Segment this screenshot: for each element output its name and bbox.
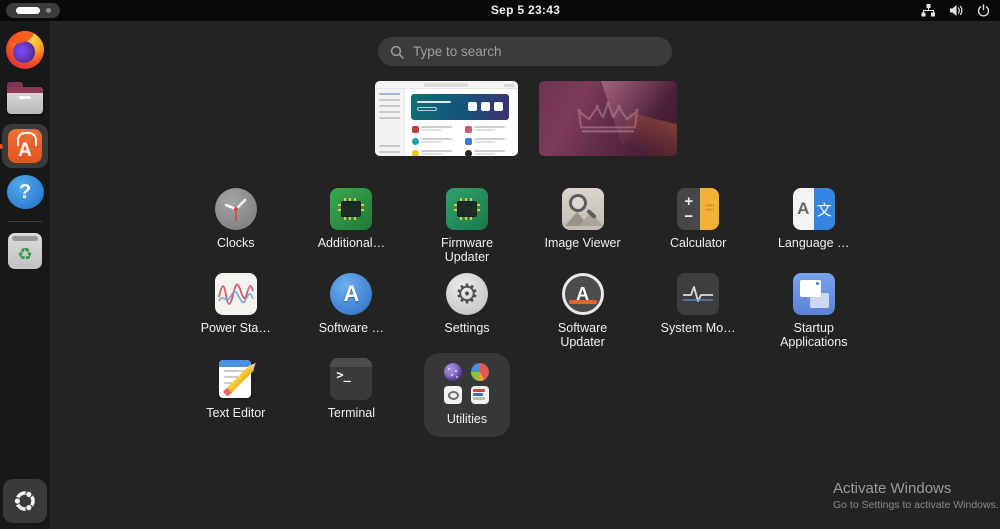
text-editor-icon	[215, 358, 257, 400]
app-label: System Mo…	[660, 321, 736, 335]
dock-item-trash[interactable]: ♻	[2, 229, 48, 273]
clock[interactable]: Sep 5 23:43	[51, 0, 1000, 21]
workspace-thumb-1[interactable]	[374, 81, 518, 156]
calculator-icon: + − =	[677, 188, 720, 230]
trash-icon: ♻	[8, 233, 42, 269]
app-language-support[interactable]: A 文 Language …	[756, 183, 872, 268]
workspace-thumbnails	[51, 81, 1000, 156]
app-image-viewer[interactable]: Image Viewer	[525, 183, 641, 268]
app-software-properties[interactable]: A Software …	[294, 268, 410, 353]
app-label: Software …	[318, 321, 385, 335]
network-icon	[921, 4, 935, 17]
app-startup-applications[interactable]: Startup Applications	[756, 268, 872, 353]
app-additional-drivers[interactable]: Additional…	[294, 183, 410, 268]
terminal-icon: >_	[330, 358, 373, 400]
show-apps-button[interactable]	[3, 479, 47, 523]
dock-separator	[8, 221, 42, 222]
app-label: Power Sta…	[200, 321, 271, 335]
app-grid: Clocks Additional… Firmware Updater Imag…	[178, 183, 872, 438]
app-clocks[interactable]: Clocks	[178, 183, 294, 268]
app-label: Additional…	[317, 236, 386, 250]
disk-usage-pie-icon	[471, 363, 490, 381]
utility-sphere-icon	[444, 363, 463, 381]
app-center-window-thumbnail	[374, 81, 518, 156]
system-monitor-icon	[677, 273, 720, 315]
power-statistics-icon	[214, 273, 257, 315]
app-label: Text Editor	[206, 406, 266, 420]
disks-icon	[444, 386, 463, 404]
dock-item-firefox[interactable]	[2, 28, 48, 72]
app-power-statistics[interactable]: Power Sta…	[178, 268, 294, 353]
app-label: Terminal	[327, 406, 376, 420]
dock-item-files[interactable]	[2, 73, 48, 121]
help-icon: ?	[6, 175, 44, 209]
app-label: Clocks	[217, 236, 255, 250]
settings-icon: ⚙	[445, 273, 488, 315]
top-bar: Sep 5 23:43	[0, 0, 1000, 21]
app-text-editor[interactable]: Text Editor	[178, 353, 294, 438]
watermark-title: Activate Windows	[833, 480, 952, 497]
gnome-activities-overview: Sep 5 23:43 A ? ♻ Type to search Clocks …	[0, 0, 1000, 529]
files-icon	[7, 81, 43, 114]
activate-windows-watermark: Activate Windows Go to Settings to activ…	[833, 480, 999, 511]
ubuntu-logo-icon	[12, 489, 35, 513]
app-grid-cell: Utilities	[409, 353, 525, 438]
image-viewer-icon	[561, 188, 604, 230]
wallpaper-crown-watermark	[576, 101, 639, 133]
app-label: Software Updater	[557, 321, 608, 349]
inactive-workspace-dot	[45, 8, 51, 13]
language-support-icon: A 文	[792, 188, 835, 230]
software-properties-icon: A	[330, 273, 373, 315]
dash-dock: A ? ♻	[0, 21, 51, 529]
startup-applications-icon	[792, 273, 835, 315]
firmware-updater-icon	[445, 188, 488, 230]
app-label: Image Viewer	[544, 236, 621, 250]
app-label: Calculator	[670, 236, 727, 250]
workspace-thumb-2[interactable]	[538, 81, 677, 156]
app-terminal[interactable]: >_ Terminal	[294, 353, 410, 438]
power-icon	[977, 4, 990, 17]
search-bar[interactable]	[378, 37, 672, 66]
document-utility-icon	[471, 386, 490, 404]
app-center-icon: A	[8, 129, 42, 163]
app-settings[interactable]: ⚙ Settings	[409, 268, 525, 353]
software-updater-icon: A	[561, 273, 604, 315]
watermark-subtitle: Go to Settings to activate Windows.	[833, 499, 999, 511]
folder-utilities[interactable]: Utilities	[423, 353, 510, 437]
app-label: Settings	[444, 321, 490, 335]
active-workspace-pill	[15, 7, 40, 14]
app-label: Startup Applications	[780, 321, 848, 349]
running-indicator-dot	[0, 144, 3, 149]
folder-label: Utilities	[446, 412, 488, 426]
volume-icon	[950, 5, 963, 16]
app-software-updater[interactable]: A Software Updater	[525, 268, 641, 353]
firefox-icon	[6, 31, 44, 69]
dock-item-help[interactable]: ?	[2, 170, 48, 214]
dock-item-app-center[interactable]: A	[0, 124, 48, 168]
search-input[interactable]	[413, 44, 660, 59]
app-system-monitor[interactable]: System Mo…	[640, 268, 756, 353]
folder-preview-icons	[444, 363, 490, 404]
app-firmware-updater[interactable]: Firmware Updater	[409, 183, 525, 268]
system-status-area[interactable]	[921, 0, 990, 21]
app-calculator[interactable]: + − = Calculator	[640, 183, 756, 268]
additional-drivers-icon	[330, 188, 373, 230]
app-label: Language …	[777, 236, 850, 250]
app-label: Firmware Updater	[440, 236, 494, 264]
search-icon	[390, 45, 404, 59]
clocks-icon	[214, 188, 257, 230]
